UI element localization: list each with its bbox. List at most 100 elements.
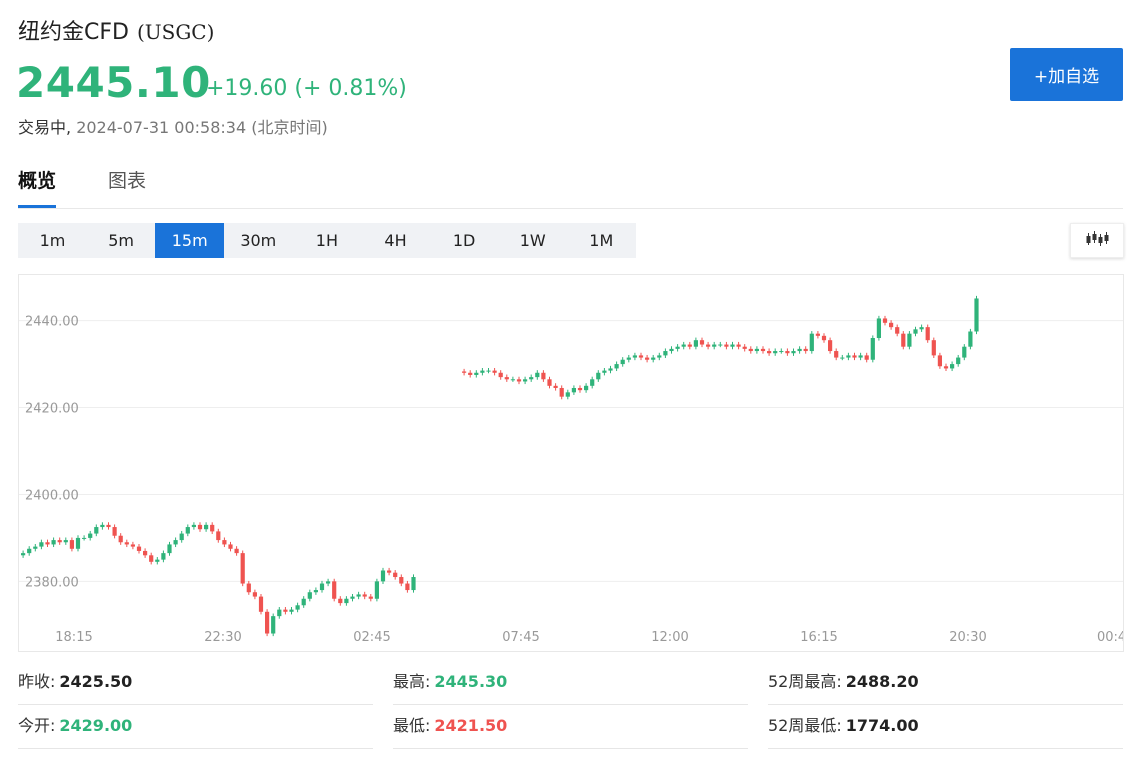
- x-tick-label: 00:4: [1097, 630, 1124, 645]
- candle: [785, 351, 790, 354]
- candle: [234, 548, 239, 554]
- candle: [730, 344, 735, 347]
- candle: [228, 544, 233, 549]
- add-watchlist-button[interactable]: +加自选: [1010, 48, 1123, 101]
- candle: [210, 524, 215, 532]
- interval-30m[interactable]: 30m: [224, 223, 293, 258]
- candle: [486, 370, 491, 372]
- candle: [614, 364, 619, 369]
- candle: [596, 372, 601, 380]
- candle: [504, 377, 509, 380]
- candle: [852, 355, 857, 358]
- candle: [779, 351, 784, 353]
- candle: [791, 351, 796, 354]
- candle: [94, 527, 99, 534]
- candle: [474, 372, 479, 375]
- candle: [712, 344, 717, 347]
- candle: [100, 524, 105, 528]
- interval-1d[interactable]: 1D: [430, 223, 499, 258]
- interval-4h[interactable]: 4H: [361, 223, 430, 258]
- candle: [590, 379, 595, 386]
- y-tick-label: 2400.00: [25, 488, 79, 503]
- interval-5m[interactable]: 5m: [87, 223, 156, 258]
- candle: [27, 548, 32, 554]
- stat-item: 52周最高: 2488.20: [768, 660, 1123, 705]
- candle: [222, 540, 227, 545]
- candle: [925, 327, 930, 341]
- candle: [313, 590, 318, 593]
- interval-1w[interactable]: 1W: [498, 223, 567, 258]
- stat-item: 今开: 2429.00: [18, 704, 373, 749]
- candle: [889, 322, 894, 328]
- candle: [380, 570, 386, 582]
- interval-15m[interactable]: 15m: [155, 223, 225, 258]
- stat-label: 52周最低:: [768, 716, 842, 735]
- trading-status: 交易中, 2024-07-31 00:58:34 (北京时间): [18, 114, 328, 138]
- last-price: 2445.10: [16, 58, 211, 107]
- candle: [393, 572, 398, 578]
- candle: [858, 355, 863, 358]
- candle: [754, 348, 759, 352]
- candle: [405, 583, 410, 591]
- candle: [602, 370, 607, 373]
- candle: [699, 340, 705, 345]
- candlestick-icon: [1085, 230, 1109, 252]
- interval-1h[interactable]: 1H: [292, 223, 361, 258]
- candle: [626, 357, 631, 360]
- candle: [913, 329, 918, 334]
- candle: [742, 346, 747, 349]
- price-chart[interactable]: 2440.00 2420.00 2400.00 2380.00 18:15 22:30 02…: [18, 274, 1124, 652]
- candle: [350, 596, 355, 599]
- candle: [143, 550, 148, 556]
- candle: [620, 359, 625, 365]
- candle: [681, 344, 686, 347]
- tab-bar: 概览 图表: [18, 166, 1123, 209]
- stat-label: 今开:: [18, 716, 56, 735]
- candle: [399, 577, 404, 584]
- candle: [724, 344, 729, 347]
- candle: [185, 527, 190, 534]
- candle: [943, 366, 949, 369]
- candle: [736, 344, 741, 347]
- candle: [204, 524, 209, 530]
- candle: [69, 540, 74, 549]
- instrument-name: 纽约金CFD: [18, 20, 129, 45]
- candle: [571, 387, 576, 393]
- candle: [547, 379, 552, 386]
- candle: [326, 581, 331, 584]
- candle: [974, 298, 979, 332]
- stat-item: 昨收: 2425.50: [18, 660, 373, 705]
- stat-item: 最高: 2445.30: [393, 660, 748, 705]
- candle: [968, 331, 973, 347]
- candle: [155, 559, 160, 562]
- candle: [75, 537, 81, 549]
- candle: [216, 531, 221, 541]
- tab-overview[interactable]: 概览: [18, 166, 57, 208]
- candle: [553, 385, 558, 388]
- interval-1m[interactable]: 1M: [567, 223, 636, 258]
- candle: [283, 609, 288, 612]
- candle: [876, 318, 881, 339]
- interval-1m[interactable]: 1m: [18, 223, 87, 258]
- candle: [295, 605, 300, 610]
- candle: [760, 348, 766, 352]
- candle: [937, 355, 942, 367]
- candle: [895, 327, 900, 334]
- price-change: +19.60 (+ 0.81%): [206, 76, 407, 101]
- candle: [675, 346, 680, 349]
- x-tick-label: 12:00: [651, 630, 688, 645]
- candle: [498, 372, 503, 378]
- chart-type-button[interactable]: [1070, 223, 1124, 258]
- candle: [864, 355, 869, 360]
- candle: [338, 598, 343, 604]
- candle: [271, 616, 276, 634]
- candle: [411, 577, 416, 591]
- candle: [559, 387, 564, 397]
- candle: [584, 385, 589, 391]
- candle: [693, 340, 698, 347]
- candle: [252, 592, 257, 597]
- stat-label: 最高:: [393, 672, 431, 691]
- stat-item: 52周最低: 1774.00: [768, 704, 1123, 749]
- x-tick-label: 22:30: [204, 630, 241, 645]
- tab-chart[interactable]: 图表: [108, 166, 146, 205]
